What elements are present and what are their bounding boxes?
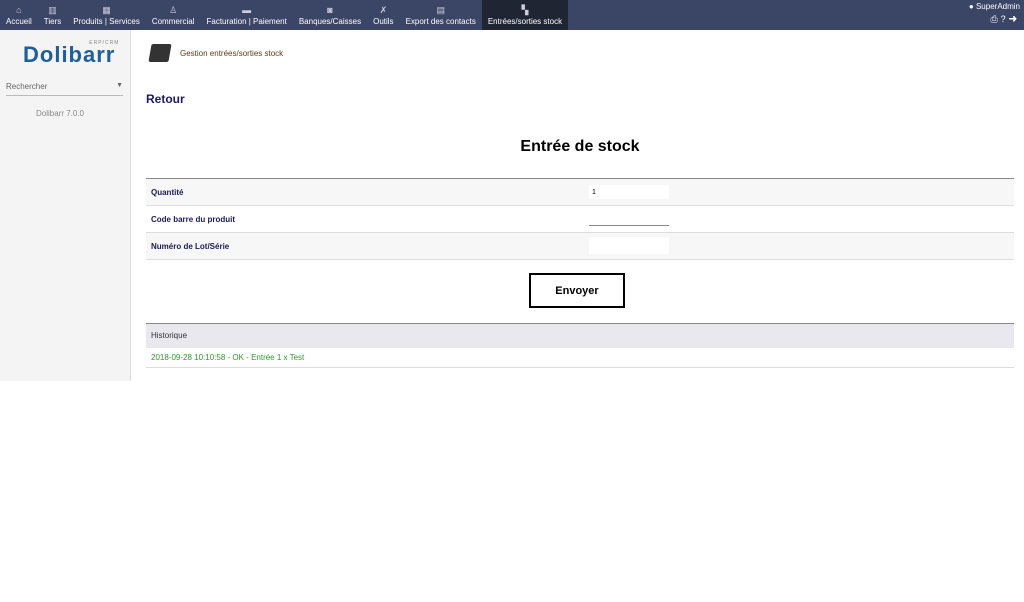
stock-module-icon — [148, 44, 172, 62]
barcode-scanner-icon: ▚ — [521, 5, 529, 15]
print-icon[interactable]: ⎙ — [990, 14, 1000, 24]
version-label: Dolibarr 7.0.0 — [35, 109, 85, 118]
chevron-down-icon: ▼ — [116, 82, 123, 89]
tools-icon: ✗ — [379, 5, 388, 15]
bank-icon: ◙ — [327, 5, 333, 15]
user-icon: ● — [968, 2, 974, 11]
history-header: Historique — [146, 323, 1014, 348]
database-icon: ▤ — [436, 5, 445, 15]
back-link[interactable]: Retour — [146, 92, 185, 106]
stock-form: Quantité Code barre du produit Numéro de… — [146, 178, 1014, 260]
history-row: 2018-09-28 10:10:58 - OK - Entrée 1 x Te… — [146, 348, 1014, 368]
barcode-input[interactable] — [589, 212, 669, 226]
dolibarr-logo[interactable]: Dolibarr ERP/CRM — [23, 40, 118, 68]
barcode-label: Code barre du produit — [146, 205, 589, 233]
billing-icon: ▬ — [242, 5, 252, 15]
lot-input[interactable] — [589, 237, 669, 254]
home-icon: ⌂ — [16, 5, 22, 15]
menu-tiers[interactable]: ▥ Tiers — [38, 0, 67, 30]
search-select[interactable]: Rechercher ▼ — [6, 82, 123, 96]
menu-commercial[interactable]: ♙ Commercial — [146, 0, 201, 30]
commercial-icon: ♙ — [169, 5, 178, 15]
quantity-label: Quantité — [146, 178, 589, 206]
top-menu-bar: ⌂ Accueil ▥ Tiers ▦ Produits | Services ♙ Co… — [0, 0, 1024, 30]
lot-label: Numéro de Lot/Série — [146, 232, 589, 260]
user-name[interactable]: SuperAdmin — [976, 2, 1020, 11]
products-icon: ▦ — [102, 5, 111, 15]
menu-facturation[interactable]: ▬ Facturation | Paiement — [201, 0, 293, 30]
send-button[interactable]: Envoyer — [529, 273, 625, 308]
sidebar: Dolibarr ERP/CRM Rechercher ▼ Dolibarr 7.0… — [0, 30, 131, 381]
logout-icon[interactable]: ➜ — [1009, 14, 1020, 24]
page-header: Gestion entrées/sorties stock — [180, 48, 284, 58]
quantity-input[interactable] — [589, 185, 669, 199]
user-area: ● SuperAdmin ⎙?➜ — [969, 2, 1020, 25]
menu-accueil[interactable]: ⌂ Accueil — [0, 0, 38, 30]
menu-produits[interactable]: ▦ Produits | Services — [67, 0, 146, 30]
history-table: Historique 2018-09-28 10:10:58 - OK - En… — [146, 323, 1014, 368]
menu-export-contacts[interactable]: ▤ Export des contacts — [400, 0, 482, 30]
menu-stock[interactable]: ▚ Entrées/sorties stock — [481, 0, 569, 30]
company-icon: ▥ — [48, 5, 57, 15]
menu-outils[interactable]: ✗ Outils — [367, 0, 399, 30]
help-icon[interactable]: ? — [1001, 14, 1009, 24]
page-title: Entrée de stock — [520, 138, 640, 155]
menu-banques[interactable]: ◙ Banques/Caisses — [293, 0, 367, 30]
